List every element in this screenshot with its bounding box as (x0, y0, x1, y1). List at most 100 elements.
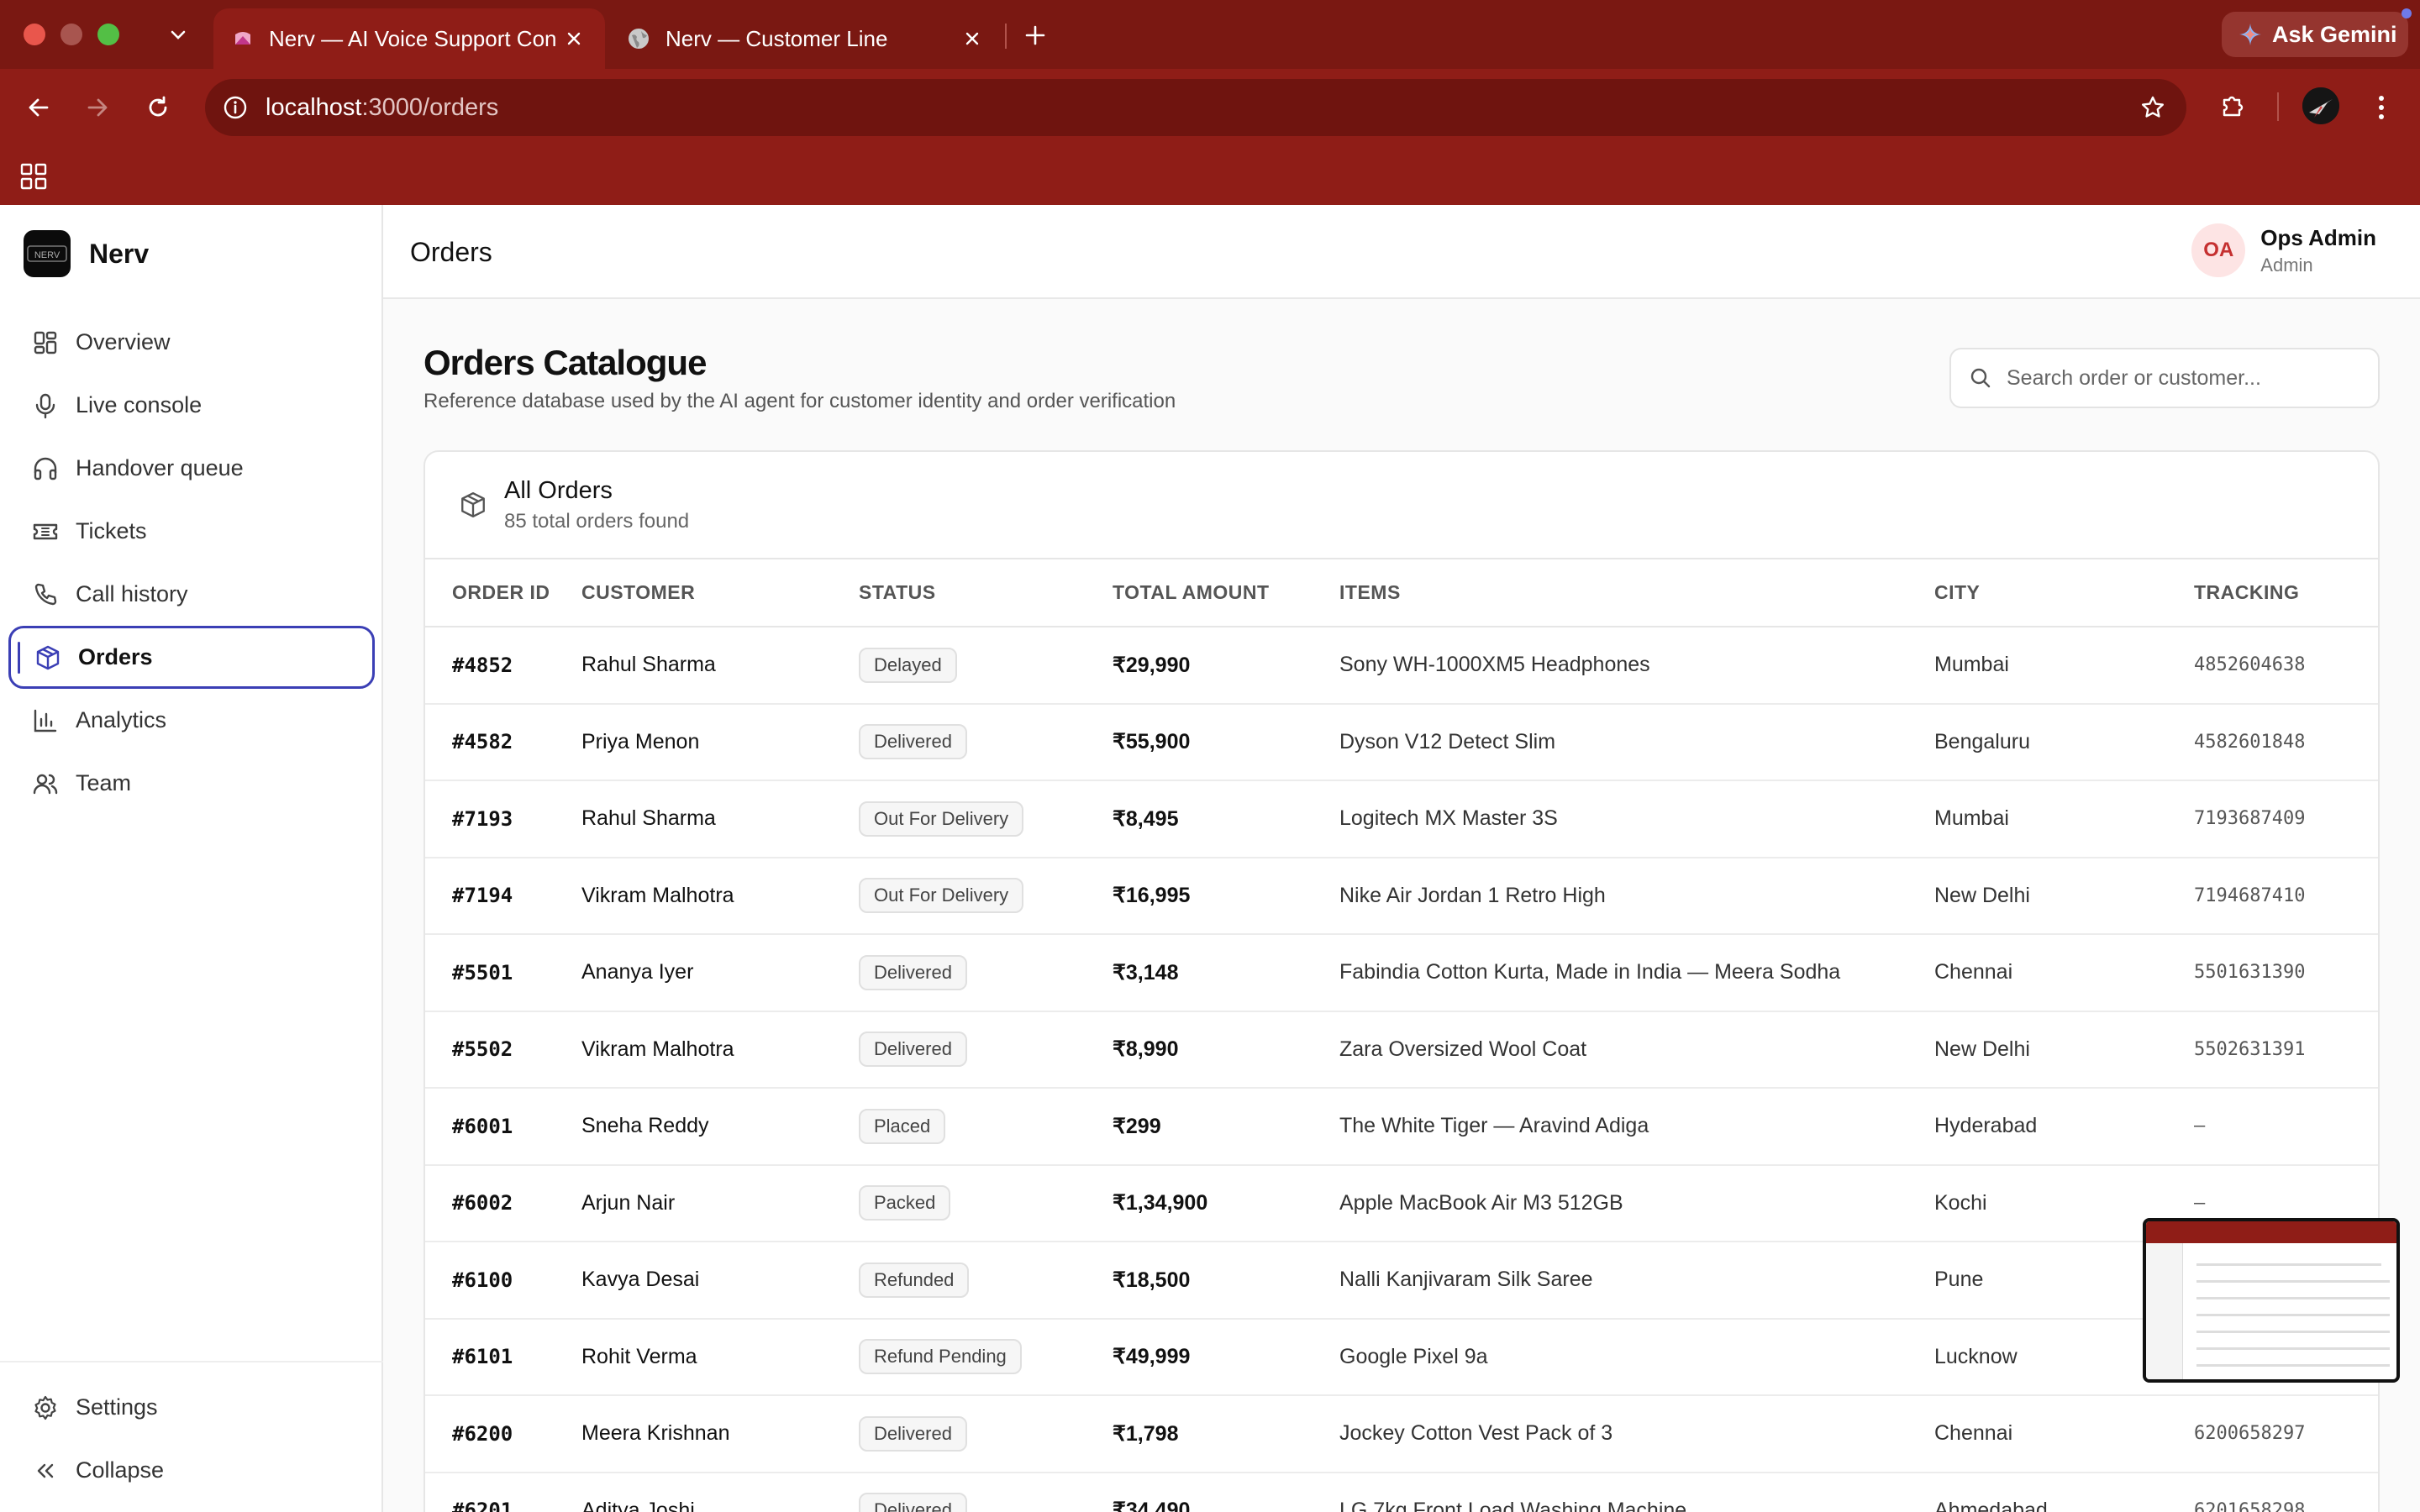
sidebar-item-overview[interactable]: Overview (8, 311, 375, 374)
tab-strip: Nerv — AI Voice Support Con Nerv — Custo… (0, 0, 2420, 69)
sidebar-item-handover-queue[interactable]: Handover queue (8, 437, 375, 500)
tab-inactive[interactable]: Nerv — Customer Line (608, 8, 1003, 69)
box-icon (461, 492, 485, 517)
table-row[interactable]: #5502 Vikram Malhotra Delivered ₹8,990 Z… (425, 1011, 2378, 1089)
total-amount: ₹3,148 (1113, 934, 1339, 1012)
table-row[interactable]: #6100 Kavya Desai Refunded ₹18,500 Nalli… (425, 1242, 2378, 1320)
column-header-customer[interactable]: CUSTOMER (581, 559, 859, 627)
address-bar[interactable]: localhost:3000/orders (205, 79, 2186, 136)
tab-search-dropdown[interactable] (163, 20, 193, 50)
column-header-city[interactable]: CITY (1934, 559, 2194, 627)
sidebar-item-label: Call history (76, 581, 188, 606)
total-amount: ₹299 (1113, 1088, 1339, 1166)
tab-close-button[interactable] (960, 26, 985, 51)
ask-gemini-button[interactable]: Ask Gemini (2222, 12, 2408, 57)
sidebar-item-collapse[interactable]: Collapse (8, 1439, 375, 1502)
order-id: #4582 (425, 703, 581, 781)
gear-icon (30, 1393, 60, 1423)
column-header-tracking[interactable]: TRACKING (2194, 559, 2378, 627)
city: Mumbai (1934, 627, 2194, 705)
mic-icon (30, 391, 60, 421)
sidebar-nav: Overview Live console Handover queue Tic… (8, 311, 375, 815)
url-text[interactable]: localhost:3000/orders (266, 94, 498, 122)
site-info-button[interactable] (220, 92, 250, 123)
user-menu[interactable]: OA Ops Admin Admin (2191, 223, 2376, 277)
forward-button[interactable] (79, 89, 116, 126)
screenshot-thumbnail-preview[interactable] (2143, 1218, 2400, 1383)
column-header-order-id[interactable]: ORDER ID (425, 559, 581, 627)
sidebar-item-settings[interactable]: Settings (8, 1376, 375, 1439)
kebab-menu-icon (2379, 96, 2384, 119)
total-amount: ₹16,995 (1113, 857, 1339, 935)
total-amount: ₹29,990 (1113, 627, 1339, 705)
table-row[interactable]: #6002 Arjun Nair Packed ₹1,34,900 Apple … (425, 1164, 2378, 1242)
sidebar-item-team[interactable]: Team (8, 752, 375, 815)
status-badge: Refunded (859, 1262, 970, 1298)
sidebar-item-label: Team (76, 770, 132, 795)
tab-close-button[interactable] (561, 26, 587, 51)
section-subtitle: Reference database used by the AI agent … (424, 390, 1176, 412)
table-row[interactable]: #7193 Rahul Sharma Out For Delivery ₹8,4… (425, 780, 2378, 858)
table-row[interactable]: #5501 Ananya Iyer Delivered ₹3,148 Fabin… (425, 934, 2378, 1012)
sidebar-item-label: Settings (76, 1394, 158, 1420)
svg-text:NERV: NERV (34, 250, 60, 260)
tracking-number: 6200658297 (2194, 1395, 2378, 1473)
sidebar-item-call-history[interactable]: Call history (8, 563, 375, 626)
back-button[interactable] (20, 89, 57, 126)
table-row[interactable]: #6101 Rohit Verma Refund Pending ₹49,999… (425, 1318, 2378, 1396)
search-input[interactable] (2007, 365, 2360, 391)
browser-chrome: Nerv — AI Voice Support Con Nerv — Custo… (0, 0, 2420, 205)
column-header-items[interactable]: ITEMS (1339, 559, 1934, 627)
table-row[interactable]: #6001 Sneha Reddy Placed ₹299 The White … (425, 1088, 2378, 1166)
order-id: #7194 (425, 857, 581, 935)
profile-avatar[interactable] (2302, 87, 2339, 124)
thumbnail-line (2196, 1364, 2390, 1367)
new-tab-button[interactable] (1020, 20, 1050, 50)
table-row[interactable]: #4852 Rahul Sharma Delayed ₹29,990 Sony … (425, 627, 2378, 705)
column-header-total-amount[interactable]: TOTAL AMOUNT (1113, 559, 1339, 627)
order-id: #4852 (425, 627, 581, 705)
sidebar-item-tickets[interactable]: Tickets (8, 500, 375, 563)
column-header-status[interactable]: STATUS (859, 559, 1113, 627)
extensions-button[interactable] (2215, 87, 2252, 124)
sidebar-item-orders[interactable]: Orders (8, 626, 375, 689)
user-role: Admin (2260, 254, 2313, 276)
maximize-window-button[interactable] (97, 24, 119, 45)
apps-shortcut-button[interactable] (18, 161, 49, 192)
orders-count: 85 total orders found (504, 509, 690, 533)
brand[interactable]: NERV Nerv (24, 230, 149, 277)
profile-picture-icon (2302, 87, 2339, 124)
table-row[interactable]: #6201 Aditya Joshi Delivered ₹34,490 LG … (425, 1472, 2378, 1512)
sidebar-item-analytics[interactable]: Analytics (8, 689, 375, 752)
customer-name: Rahul Sharma (581, 627, 859, 705)
tab-active[interactable]: Nerv — AI Voice Support Con (213, 8, 605, 69)
card-header: All Orders 85 total orders found (425, 452, 2378, 559)
status-badge: Refund Pending (859, 1339, 1022, 1375)
total-amount: ₹8,495 (1113, 780, 1339, 858)
tracking-number: 4852604638 (2194, 627, 2378, 705)
close-window-button[interactable] (24, 24, 45, 45)
city: Chennai (1934, 934, 2194, 1012)
section-title: Orders Catalogue (424, 343, 707, 382)
minimize-window-button[interactable] (60, 24, 82, 45)
order-items: Dyson V12 Detect Slim (1339, 703, 1934, 781)
search-box[interactable] (1949, 348, 2380, 408)
table-row[interactable]: #7194 Vikram Malhotra Out For Delivery ₹… (425, 857, 2378, 935)
order-id: #5501 (425, 934, 581, 1012)
table-row[interactable]: #4582 Priya Menon Delivered ₹55,900 Dyso… (425, 703, 2378, 781)
order-items: Google Pixel 9a (1339, 1318, 1934, 1396)
table-row[interactable]: #6200 Meera Krishnan Delivered ₹1,798 Jo… (425, 1395, 2378, 1473)
browser-menu-button[interactable] (2366, 89, 2396, 126)
reload-button[interactable] (139, 89, 176, 126)
bookmark-button[interactable] (2138, 92, 2168, 123)
tracking-number: 5501631390 (2194, 934, 2378, 1012)
total-amount: ₹49,999 (1113, 1318, 1339, 1396)
sidebar-item-live-console[interactable]: Live console (8, 374, 375, 437)
city: Hyderabad (1934, 1088, 2194, 1166)
ticket-icon (30, 517, 60, 547)
city: Chennai (1934, 1395, 2194, 1473)
url-path: :3000/orders (361, 94, 499, 121)
total-amount: ₹18,500 (1113, 1242, 1339, 1320)
sidebar-footer: Settings Collapse (0, 1361, 383, 1502)
city: Ahmedabad (1934, 1472, 2194, 1512)
